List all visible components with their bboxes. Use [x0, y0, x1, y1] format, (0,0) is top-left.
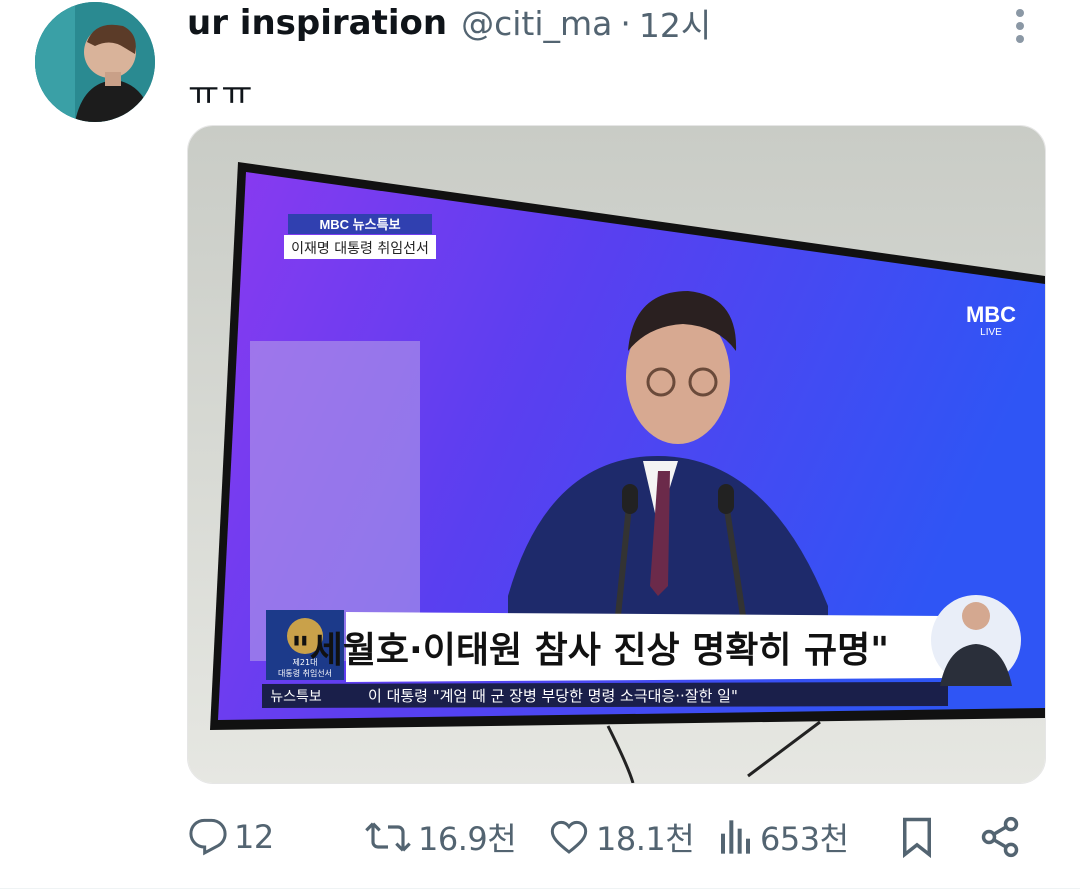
tv-headline: "세월호·이태원 참사 진상 명확히 규명" — [291, 630, 889, 671]
avatar[interactable] — [35, 2, 155, 122]
tweet-text: ㅠㅠ — [188, 74, 255, 114]
views-icon — [721, 820, 750, 854]
badge-subtitle: 이재명 대통령 취임선서 — [291, 241, 429, 257]
channel-logo: MBC — [966, 302, 1016, 327]
more-button[interactable] — [1005, 4, 1035, 48]
bookmark-icon — [903, 817, 931, 858]
more-vertical-icon — [1016, 9, 1024, 43]
heart-icon — [550, 820, 588, 854]
reply-count: 12 — [234, 818, 274, 856]
tweet-header: ur inspiration @citi_ma · 12시 — [187, 0, 711, 46]
retweet-icon — [365, 822, 411, 852]
divider — [0, 888, 1080, 889]
ticker-label: 뉴스특보 — [270, 689, 322, 705]
reply-button[interactable]: 12 — [188, 804, 274, 870]
share-icon — [981, 816, 1019, 858]
channel-live: LIVE — [980, 327, 1002, 338]
like-button[interactable]: 18.1천 — [548, 804, 695, 870]
separator-dot: · — [620, 3, 631, 43]
like-count: 18.1천 — [596, 820, 695, 858]
tv-photo: MBC 뉴스특보 이재명 대통령 취임선서 MBC LIVE 제21대 대통령 … — [188, 126, 1045, 783]
badge-program: MBC 뉴스특보 — [319, 217, 400, 232]
views-button[interactable]: 653천 — [718, 804, 849, 870]
ticker-text: 이 대통령 "계엄 때 군 장병 부당한 명령 소극대응··잘한 일" — [368, 687, 738, 705]
share-button[interactable] — [978, 804, 1022, 870]
bookmark-button[interactable] — [898, 804, 936, 870]
reply-icon — [189, 818, 227, 856]
tweet-media[interactable]: MBC 뉴스특보 이재명 대통령 취임선서 MBC LIVE 제21대 대통령 … — [187, 125, 1046, 784]
tweet-time[interactable]: 12시 — [639, 0, 711, 47]
avatar-image — [35, 2, 155, 122]
user-handle[interactable]: @citi_ma — [461, 4, 612, 43]
tweet-actions: 12 16.9천 18.1천 653천 — [0, 804, 1080, 874]
retweet-count: 16.9천 — [418, 820, 517, 858]
view-count: 653천 — [760, 820, 849, 858]
retweet-button[interactable]: 16.9천 — [364, 804, 517, 870]
display-name[interactable]: ur inspiration — [187, 3, 447, 43]
